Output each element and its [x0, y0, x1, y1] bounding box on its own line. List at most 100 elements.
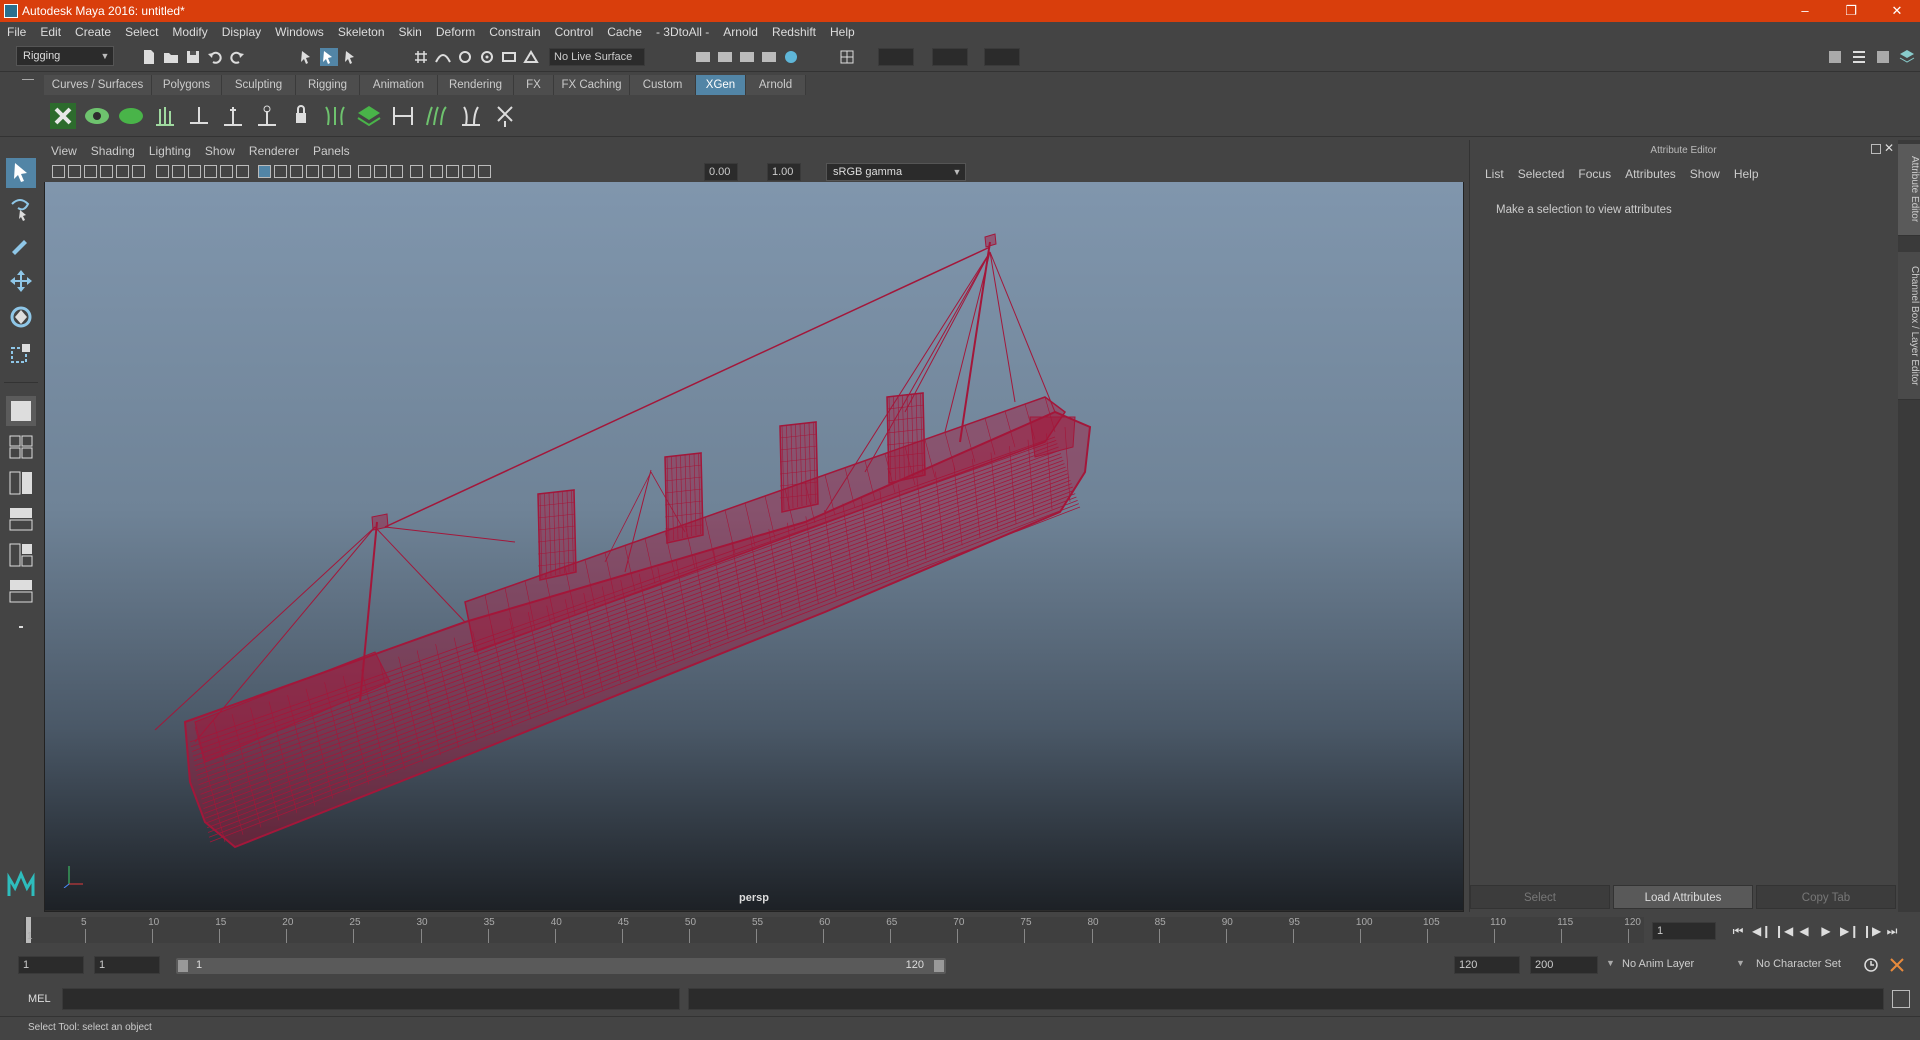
ae-menu-selected[interactable]: Selected: [1511, 164, 1572, 184]
script-language-label[interactable]: MEL: [28, 993, 51, 1005]
close-panel-icon[interactable]: ✕: [1884, 141, 1894, 155]
tab-attribute-editor[interactable]: Attribute Editor: [1898, 144, 1920, 236]
make-live-icon[interactable]: [522, 48, 540, 66]
y-field[interactable]: [932, 48, 968, 66]
tool-settings-icon[interactable]: [1874, 48, 1892, 66]
shadows-icon[interactable]: [338, 165, 351, 178]
single-perspective-layout-icon[interactable]: [6, 396, 36, 426]
xgen-cut-guides-icon[interactable]: [490, 101, 520, 131]
xgen-guide-sculpt-icon[interactable]: [252, 101, 282, 131]
vp-menu-view[interactable]: View: [44, 140, 84, 162]
modeling-toolkit-icon[interactable]: [1826, 48, 1844, 66]
restore-icon[interactable]: ❐: [1828, 0, 1874, 22]
ae-menu-list[interactable]: List: [1478, 164, 1511, 184]
menu-redshift[interactable]: Redshift: [765, 22, 823, 42]
paint-select-tool-icon[interactable]: [6, 230, 36, 260]
smooth-shade-icon[interactable]: [274, 165, 287, 178]
menu-skin[interactable]: Skin: [392, 22, 429, 42]
play-backwards-icon[interactable]: ◀: [1796, 924, 1812, 938]
snap-point-icon[interactable]: [456, 48, 474, 66]
menu-display[interactable]: Display: [215, 22, 268, 42]
step-forward-key-icon[interactable]: ▶❙: [1840, 924, 1859, 938]
isolate-select-icon[interactable]: [410, 165, 423, 178]
minimize-icon[interactable]: –: [1782, 0, 1828, 22]
xray-joints-icon[interactable]: [446, 165, 459, 178]
xgen-add-guide-icon[interactable]: [184, 101, 214, 131]
close-icon[interactable]: ✕: [1874, 0, 1920, 22]
menu-arnold[interactable]: Arnold: [716, 22, 765, 42]
attribute-editor-toggle-icon[interactable]: [1850, 48, 1868, 66]
anti-aliasing-icon[interactable]: [390, 165, 403, 178]
select-components-icon[interactable]: [342, 48, 360, 66]
chevron-down-icon[interactable]: ▼: [1606, 958, 1615, 968]
wireframe-icon[interactable]: [258, 165, 271, 178]
render-settings-icon[interactable]: [760, 48, 778, 66]
ambient-occlusion-icon[interactable]: [358, 165, 371, 178]
save-scene-icon[interactable]: [184, 48, 202, 66]
exposure-field[interactable]: 0.00: [704, 163, 738, 181]
range-end-handle[interactable]: [934, 960, 944, 972]
menu-edit[interactable]: Edit: [33, 22, 68, 42]
current-frame-field[interactable]: 1: [1652, 922, 1716, 940]
image-plane-icon[interactable]: [100, 165, 113, 178]
color-space-dropdown[interactable]: sRGB gamma ▼: [826, 163, 966, 181]
camera-select-icon[interactable]: [52, 165, 65, 178]
menu-modify[interactable]: Modify: [165, 22, 214, 42]
copy-tab-button[interactable]: Copy Tab: [1756, 885, 1896, 909]
menu-constrain[interactable]: Constrain: [482, 22, 547, 42]
gamma-field[interactable]: 1.00: [767, 163, 801, 181]
x-field[interactable]: [878, 48, 914, 66]
snap-curve-icon[interactable]: [434, 48, 452, 66]
xgen-lock-guides-icon[interactable]: [286, 101, 316, 131]
vp-menu-lighting[interactable]: Lighting: [142, 140, 198, 162]
shelf-tab-fx[interactable]: FX: [514, 75, 554, 95]
camera-attributes-icon[interactable]: [68, 165, 81, 178]
menu-file[interactable]: File: [0, 22, 33, 42]
wireframe-on-shaded-icon[interactable]: [290, 165, 303, 178]
tab-channel-box-layer-editor[interactable]: Channel Box / Layer Editor: [1898, 252, 1920, 400]
go-to-end-icon[interactable]: ⏭: [1884, 924, 1900, 938]
grid-icon[interactable]: [156, 165, 169, 178]
shelf-tab-sculpting[interactable]: Sculpting: [222, 75, 296, 95]
shelf-tab-animation[interactable]: Animation: [360, 75, 438, 95]
menu-control[interactable]: Control: [548, 22, 601, 42]
channel-box-icon[interactable]: [1898, 48, 1916, 66]
shelf-tab-rigging[interactable]: Rigging: [296, 75, 360, 95]
go-to-start-icon[interactable]: ⏮: [1730, 924, 1746, 938]
xgen-bake-primitives-icon[interactable]: [354, 101, 384, 131]
vp-menu-panels[interactable]: Panels: [306, 140, 357, 162]
ship-wireframe-model[interactable]: [45, 182, 1463, 910]
shelf-tab-xgen[interactable]: XGen: [696, 75, 746, 95]
xgen-guide-length-icon[interactable]: [218, 101, 248, 131]
render-frame-icon[interactable]: [716, 48, 734, 66]
safe-action-icon[interactable]: [236, 165, 249, 178]
gate-mask-icon[interactable]: [204, 165, 217, 178]
grease-pencil-icon[interactable]: [116, 165, 129, 178]
move-tool-icon[interactable]: [6, 266, 36, 296]
render-region-icon[interactable]: [694, 48, 712, 66]
persp-uv-layout-icon[interactable]: [6, 576, 36, 606]
2d-pan-zoom-icon[interactable]: [132, 165, 145, 178]
ipr-render-icon[interactable]: [738, 48, 756, 66]
field-chart-icon[interactable]: [220, 165, 233, 178]
menu-skeleton[interactable]: Skeleton: [331, 22, 392, 42]
vp-menu-renderer[interactable]: Renderer: [242, 140, 306, 162]
menuset-dropdown[interactable]: Rigging ▼: [16, 46, 114, 66]
animation-start-field[interactable]: 1: [18, 956, 84, 974]
four-view-layout-icon[interactable]: [6, 432, 36, 462]
chevron-down-icon[interactable]: ▼: [1736, 958, 1745, 968]
film-gate-icon[interactable]: [172, 165, 185, 178]
vp-menu-shading[interactable]: Shading: [84, 140, 142, 162]
auto-key-icon[interactable]: [1862, 956, 1880, 974]
float-panel-icon[interactable]: [1871, 144, 1881, 154]
shelf-tab-custom[interactable]: Custom: [630, 75, 696, 95]
xray-components-icon[interactable]: [462, 165, 475, 178]
hypershade-persp-layout-icon[interactable]: [6, 540, 36, 570]
bookmark-icon[interactable]: [84, 165, 97, 178]
live-surface-field[interactable]: No Live Surface: [549, 48, 645, 66]
ae-menu-attributes[interactable]: Attributes: [1618, 164, 1683, 184]
persp-graph-layout-icon[interactable]: [6, 504, 36, 534]
xgen-editor-icon[interactable]: [48, 101, 78, 131]
vp-menu-show[interactable]: Show: [198, 140, 242, 162]
xray-icon[interactable]: [430, 165, 443, 178]
